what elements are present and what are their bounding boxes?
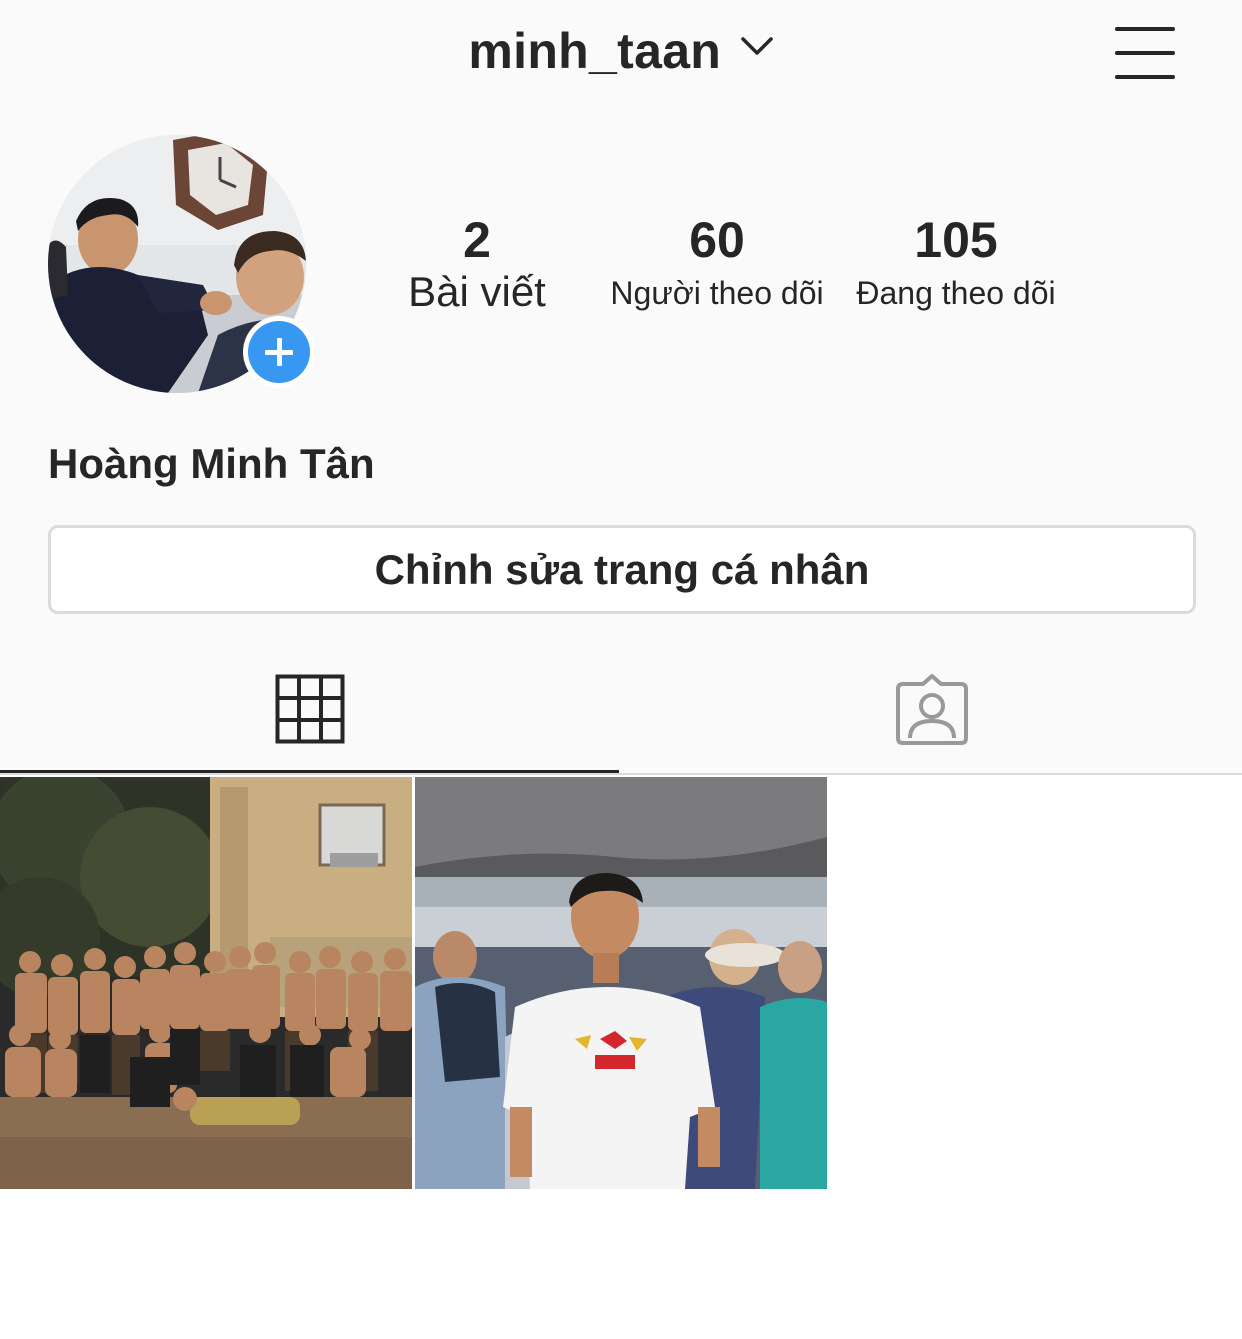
add-story-button[interactable] — [243, 316, 315, 388]
tab-divider — [0, 773, 1242, 775]
post-thumbnail[interactable] — [0, 777, 412, 1189]
grid-icon[interactable] — [275, 674, 345, 744]
chevron-down-icon[interactable] — [740, 35, 774, 62]
tagged-person-icon[interactable] — [895, 672, 969, 746]
followers-count-value[interactable]: 60 — [597, 210, 837, 270]
tab-posts-grid[interactable] — [0, 650, 621, 773]
followers-count[interactable]: 60 Người theo dõi — [597, 210, 837, 316]
following-count-value[interactable]: 105 — [840, 210, 1072, 270]
posts-count-value: 2 — [463, 212, 491, 268]
account-switcher[interactable]: minh_taan — [0, 22, 1242, 92]
post-thumbnail[interactable] — [415, 777, 827, 1189]
full-name: Hoàng Minh Tân — [48, 440, 375, 487]
followers-count-label[interactable]: Người theo dõi — [597, 270, 837, 316]
posts-count: 2 Bài viết — [377, 210, 577, 314]
edit-profile-button[interactable]: Chỉnh sửa trang cá nhân — [48, 525, 1196, 614]
following-count-label[interactable]: Đang theo dõi — [840, 270, 1072, 316]
posts-count-label: Bài viết — [408, 268, 546, 315]
username[interactable]: minh_taan — [468, 22, 721, 80]
plus-icon[interactable] — [248, 321, 310, 383]
tab-tagged[interactable] — [621, 650, 1242, 773]
following-count[interactable]: 105 Đang theo dõi — [840, 210, 1072, 316]
hamburger-menu-icon[interactable] — [1112, 25, 1178, 81]
